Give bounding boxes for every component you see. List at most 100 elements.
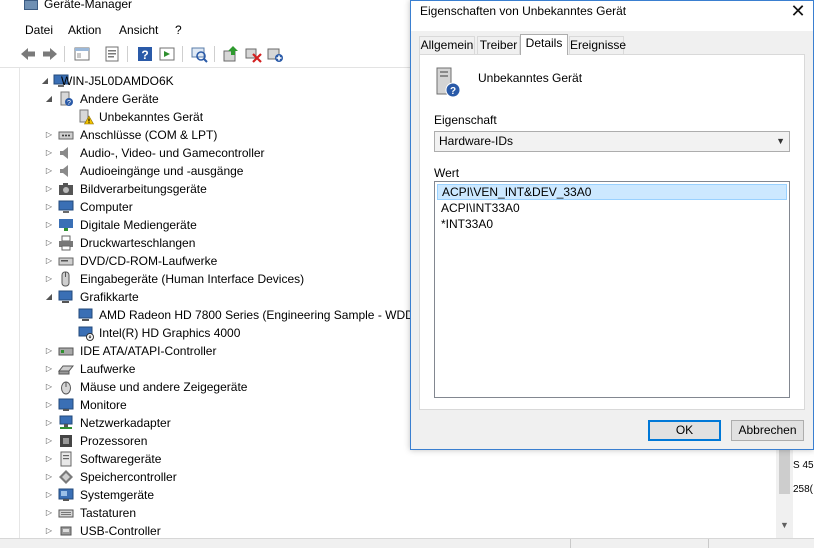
expand-arrow-icon[interactable]: ▷: [44, 180, 54, 198]
port-icon: [58, 127, 74, 143]
ide-controller-icon: [58, 343, 74, 359]
expand-arrow-icon[interactable]: ▷: [44, 468, 54, 486]
status-bar: [0, 538, 814, 548]
tab-general[interactable]: Allgemein: [419, 36, 475, 55]
display-adapter-icon: [58, 289, 74, 305]
scroll-down-arrow-icon[interactable]: ▼: [776, 518, 793, 532]
expand-arrow-icon[interactable]: ▷: [44, 144, 54, 162]
tree-label: Grafikkarte: [80, 290, 139, 304]
expand-arrow-icon[interactable]: ▷: [44, 234, 54, 252]
expand-arrow-icon[interactable]: ▷: [44, 522, 54, 538]
expand-arrow-icon[interactable]: ▷: [44, 270, 54, 288]
device-name: Unbekanntes Gerät: [478, 71, 583, 85]
tree-label: Digitale Mediengeräte: [80, 218, 197, 232]
tree-label: USB-Controller: [80, 524, 161, 538]
tree-root-label: WIN-J5L0DAMDO6K: [61, 74, 174, 88]
toolbar-separator: [214, 46, 215, 62]
tree-label: Anschlüsse (COM & LPT): [80, 128, 218, 142]
tree-label: Mäuse und andere Zeigegeräte: [80, 380, 248, 394]
monitor-icon: [58, 397, 74, 413]
system-device-icon: [58, 487, 74, 503]
value-label: Wert: [434, 166, 460, 180]
close-icon[interactable]: ✕: [783, 1, 813, 23]
dialog-title: Eigenschaften von Unbekanntes Gerät: [420, 4, 627, 18]
collapse-arrow-icon[interactable]: ◢: [44, 90, 54, 108]
update-driver-icon[interactable]: [221, 45, 239, 63]
tree-label: Speichercontroller: [80, 470, 177, 484]
tab-events[interactable]: Ereignisse: [569, 36, 626, 55]
tree-label: Softwaregeräte: [80, 452, 162, 466]
status-divider: [570, 539, 571, 548]
expand-arrow-icon[interactable]: ▷: [44, 162, 54, 180]
display-adapter-icon: [78, 307, 94, 323]
tree-label: Laufwerke: [80, 362, 136, 376]
toolbar-separator: [64, 46, 65, 62]
menu-action[interactable]: Aktion: [68, 23, 101, 37]
menu-view[interactable]: Ansicht: [119, 23, 158, 37]
expand-arrow-icon[interactable]: ▷: [44, 198, 54, 216]
expand-arrow-icon[interactable]: ▷: [44, 378, 54, 396]
expand-arrow-icon[interactable]: ▷: [44, 252, 54, 270]
back-icon[interactable]: [19, 45, 37, 63]
menu-help[interactable]: ?: [175, 23, 182, 37]
value-item[interactable]: *INT33A0: [437, 216, 787, 232]
expand-arrow-icon[interactable]: ▷: [44, 360, 54, 378]
add-legacy-hardware-icon[interactable]: [266, 45, 284, 63]
tree-label: AMD Radeon HD 7800 Series (Engineering S…: [99, 308, 424, 322]
expand-arrow-icon[interactable]: ▷: [44, 216, 54, 234]
expand-arrow-icon[interactable]: ▷: [44, 450, 54, 468]
unknown-device-category-icon: ?: [58, 91, 74, 107]
menu-file[interactable]: Datei: [25, 23, 53, 37]
chevron-down-icon: ▼: [776, 136, 785, 146]
collapse-arrow-icon[interactable]: ◢: [44, 288, 54, 306]
tree-label: DVD/CD-ROM-Laufwerke: [80, 254, 218, 268]
tab-driver[interactable]: Treiber: [477, 36, 520, 55]
expand-arrow-icon[interactable]: ▷: [44, 414, 54, 432]
help-icon[interactable]: ?: [136, 45, 154, 63]
background-window-text: S 45: [793, 460, 814, 471]
warning-device-icon: [78, 109, 94, 125]
tree-label: Audioeingänge und -ausgänge: [80, 164, 244, 178]
value-item[interactable]: ACPI\INT33A0: [437, 200, 787, 216]
properties-dialog: Eigenschaften von Unbekanntes Gerät ✕ Al…: [410, 0, 814, 450]
toolbar-separator: [127, 46, 128, 62]
background-window-text: 258(: [793, 484, 814, 495]
camera-icon: [58, 181, 74, 197]
value-item-selected[interactable]: ACPI\VEN_INT&DEV_33A0: [437, 184, 787, 200]
svg-text:?: ?: [67, 100, 71, 107]
drive-icon: [58, 361, 74, 377]
tree-label: Intel(R) HD Graphics 4000: [99, 326, 241, 340]
tree-label: Prozessoren: [80, 434, 148, 448]
display-adapter-warning-icon: [78, 325, 94, 341]
media-device-icon: [58, 217, 74, 233]
show-hide-tree-icon[interactable]: [73, 45, 91, 63]
expand-arrow-icon[interactable]: ▷: [44, 504, 54, 522]
storage-controller-icon: [58, 469, 74, 485]
cancel-button[interactable]: Abbrechen: [731, 420, 804, 441]
tree-label: Druckwarteschlangen: [80, 236, 196, 250]
processor-icon: [58, 433, 74, 449]
computer-icon: [58, 199, 74, 215]
ok-button[interactable]: OK: [648, 420, 721, 441]
tab-details[interactable]: Details: [520, 34, 568, 55]
collapse-arrow-icon[interactable]: ◢: [40, 72, 50, 90]
uninstall-device-icon[interactable]: [244, 45, 262, 63]
expand-arrow-icon[interactable]: ▷: [44, 342, 54, 360]
property-label: Eigenschaft: [434, 113, 497, 127]
properties-icon[interactable]: [103, 45, 121, 63]
tree-label: Monitore: [80, 398, 127, 412]
toolbar-separator: [182, 46, 183, 62]
tree-label: Netzwerkadapter: [80, 416, 171, 430]
expand-arrow-icon[interactable]: ▷: [44, 486, 54, 504]
value-list[interactable]: ACPI\VEN_INT&DEV_33A0 ACPI\INT33A0 *INT3…: [434, 181, 790, 398]
expand-arrow-icon[interactable]: ▷: [44, 396, 54, 414]
expand-arrow-icon[interactable]: ▷: [44, 126, 54, 144]
tree-label: IDE ATA/ATAPI-Controller: [80, 344, 217, 358]
scan-hardware-icon[interactable]: [190, 45, 208, 63]
svg-text:?: ?: [450, 86, 456, 97]
tree-label: Andere Geräte: [80, 92, 159, 106]
expand-arrow-icon[interactable]: ▷: [44, 432, 54, 450]
run-icon[interactable]: [158, 45, 176, 63]
property-dropdown[interactable]: Hardware-IDs ▼: [434, 131, 790, 152]
forward-icon[interactable]: [41, 45, 59, 63]
